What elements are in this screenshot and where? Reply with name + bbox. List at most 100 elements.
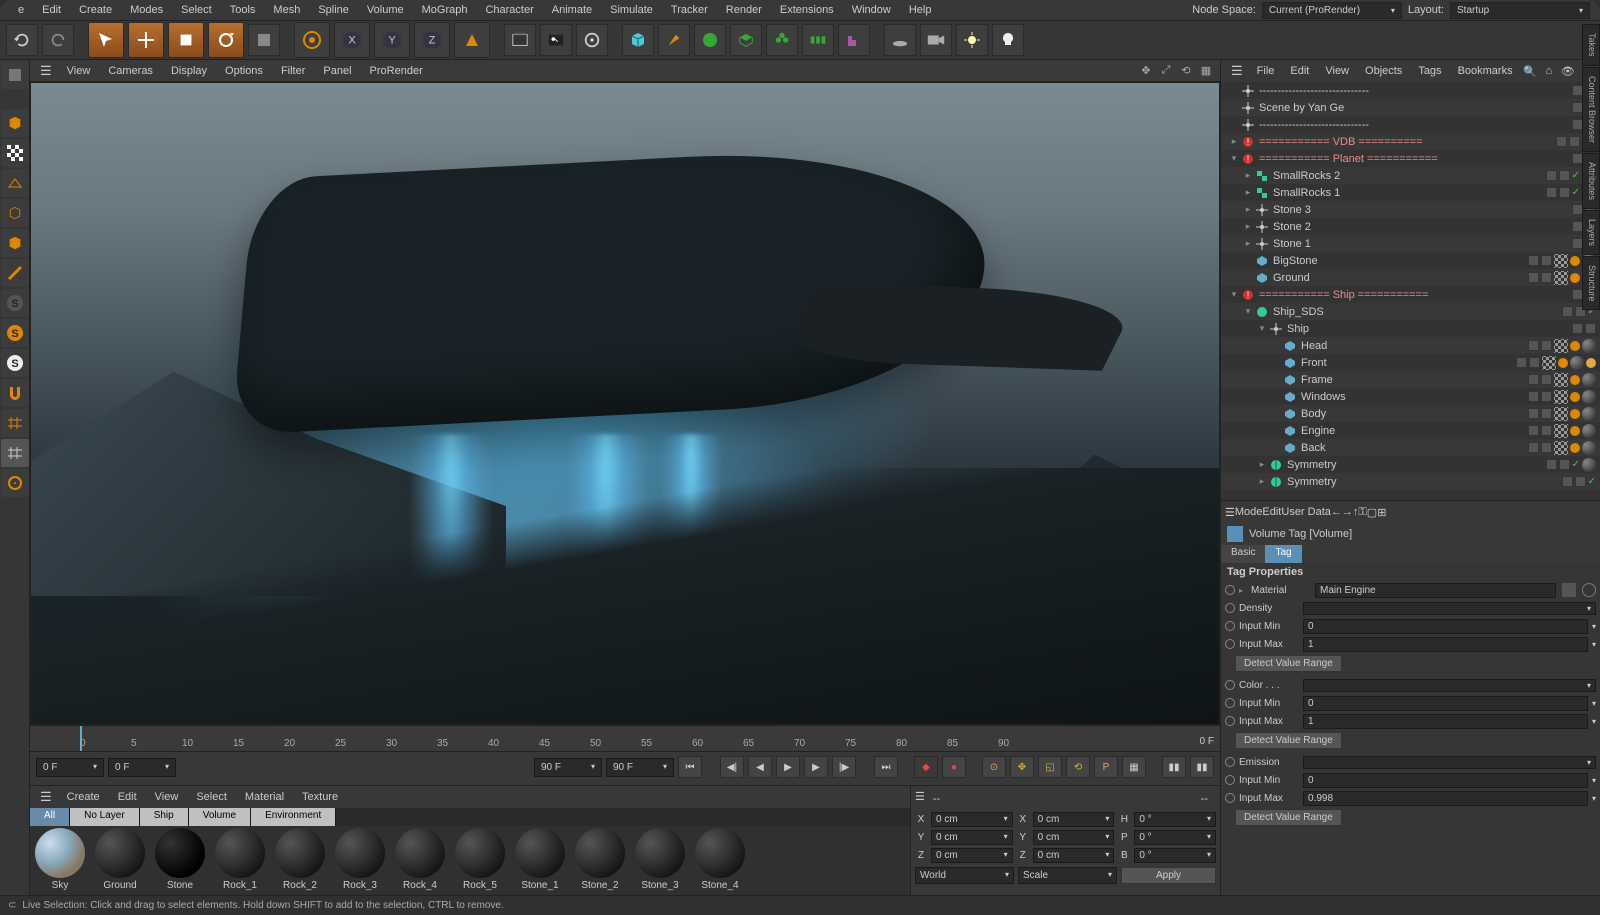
viewport-menu-item[interactable]: ProRender — [361, 62, 432, 80]
tree-row[interactable]: ▸Symmetry✓ — [1221, 473, 1600, 490]
tree-row[interactable]: ▸Stone 3 — [1221, 201, 1600, 218]
visibility-toggle[interactable] — [1528, 340, 1539, 351]
tree-row[interactable]: BigStone — [1221, 252, 1600, 269]
object-tree[interactable]: ------------------------------Scene by Y… — [1221, 82, 1600, 500]
menu-item[interactable]: Simulate — [602, 1, 661, 19]
inputmax-field[interactable]: 1 — [1303, 714, 1588, 729]
inputmax-field[interactable]: 1 — [1303, 637, 1588, 652]
move-tool[interactable] — [128, 22, 164, 58]
render-view[interactable] — [504, 24, 536, 56]
visibility-toggle[interactable] — [1528, 442, 1539, 453]
mat-menu-item[interactable]: Material — [236, 788, 293, 806]
hamburger-icon[interactable]: ☰ — [34, 787, 58, 807]
emission-field[interactable]: ▾ — [1303, 756, 1596, 769]
vp-rotate-icon[interactable]: ⟲ — [1178, 63, 1194, 79]
obj-menu-item[interactable]: Objects — [1357, 62, 1410, 80]
phong-tag[interactable] — [1558, 358, 1568, 368]
tree-row[interactable]: ▾Ship — [1221, 320, 1600, 337]
rot-b[interactable]: 0 °▾ — [1134, 848, 1216, 863]
expand-toggle[interactable]: ▸ — [1257, 459, 1267, 470]
render-toggle[interactable] — [1559, 187, 1570, 198]
menu-item[interactable]: Select — [173, 1, 220, 19]
tree-row[interactable]: Windows — [1221, 388, 1600, 405]
render-toggle[interactable] — [1541, 272, 1552, 283]
rot-p[interactable]: 0 °▾ — [1134, 830, 1216, 845]
texture-mode[interactable] — [1, 139, 29, 167]
render-toggle[interactable] — [1541, 425, 1552, 436]
tree-row[interactable]: ▸SmallRocks 1✓ — [1221, 184, 1600, 201]
select-tool[interactable] — [88, 22, 124, 58]
tree-row[interactable]: ▸Symmetry✓ — [1221, 456, 1600, 473]
tab-basic[interactable]: Basic — [1221, 545, 1265, 563]
cloner-icon[interactable] — [766, 24, 798, 56]
tree-row[interactable]: Engine — [1221, 422, 1600, 439]
visibility-toggle[interactable] — [1528, 272, 1539, 283]
model-mode[interactable] — [1, 109, 29, 137]
tree-row[interactable]: ------------------------------ — [1221, 116, 1600, 133]
tree-row[interactable]: ▸Stone 1 — [1221, 235, 1600, 252]
vp-pan-icon[interactable]: ✥ — [1138, 63, 1154, 79]
pen-tool[interactable] — [658, 24, 690, 56]
key-param[interactable]: P — [1094, 756, 1118, 778]
layout-dropdown[interactable]: Startup▾ — [1450, 2, 1590, 19]
goto-start[interactable]: ⏮ — [678, 756, 702, 778]
lock-icon[interactable]: ⚿ — [1358, 506, 1366, 519]
tree-row[interactable]: Front — [1221, 354, 1600, 371]
start-frame-field[interactable]: 0 F▾ — [36, 758, 104, 777]
render-toggle[interactable] — [1559, 170, 1570, 181]
next-key[interactable]: |▶ — [832, 756, 856, 778]
expand-toggle[interactable]: ▸ — [1243, 187, 1253, 198]
render-toggle[interactable] — [1541, 408, 1552, 419]
edge-mode[interactable] — [1, 259, 29, 287]
end-frame-field[interactable]: 90 F▾ — [606, 758, 674, 777]
material-item[interactable]: Sky — [32, 828, 88, 893]
menu-item[interactable]: Character — [477, 1, 541, 19]
inputmin-field[interactable]: 0 — [1303, 773, 1588, 788]
visibility-toggle[interactable] — [1546, 187, 1557, 198]
detect-button[interactable]: Detect Value Range — [1235, 732, 1342, 749]
mat-menu-item[interactable]: Edit — [109, 788, 146, 806]
expand-toggle[interactable]: ▸ — [1243, 204, 1253, 215]
bend-icon[interactable] — [838, 24, 870, 56]
anim-ring[interactable] — [1225, 775, 1235, 785]
menu-item[interactable]: MoGraph — [414, 1, 476, 19]
next-frame[interactable]: ▶ — [804, 756, 828, 778]
material-tab[interactable]: All — [30, 808, 70, 826]
render-toggle[interactable] — [1559, 459, 1570, 470]
material-item[interactable]: Rock_1 — [212, 828, 268, 893]
pos-x[interactable]: 0 cm▾ — [931, 812, 1013, 827]
size-y[interactable]: 0 cm▾ — [1033, 830, 1115, 845]
prev-frame[interactable]: ◀ — [748, 756, 772, 778]
render-toggle[interactable] — [1541, 255, 1552, 266]
pos-z[interactable]: 0 cm▾ — [931, 848, 1013, 863]
key-tl2[interactable]: ▮▮ — [1190, 756, 1214, 778]
material-tab[interactable]: Environment — [251, 808, 336, 826]
texture-tag[interactable] — [1554, 424, 1568, 438]
render-toggle[interactable] — [1569, 136, 1580, 147]
texture-tag[interactable] — [1554, 271, 1568, 285]
menu-item[interactable]: Window — [844, 1, 899, 19]
cube-primitive[interactable] — [622, 24, 654, 56]
expand-toggle[interactable]: ▾ — [1229, 289, 1239, 300]
coord-system[interactable] — [454, 22, 490, 58]
render-toggle[interactable] — [1541, 442, 1552, 453]
expand-toggle[interactable]: ▾ — [1257, 323, 1267, 334]
render-toggle[interactable] — [1541, 391, 1552, 402]
material-tag[interactable] — [1570, 356, 1584, 370]
tree-row[interactable]: ▸!=========== VDB ========== — [1221, 133, 1600, 150]
visibility-toggle[interactable] — [1546, 170, 1557, 181]
material-tab[interactable]: No Layer — [70, 808, 140, 826]
side-tab[interactable]: Attributes — [1582, 153, 1600, 209]
workplane-grid[interactable] — [1, 409, 29, 437]
workplane-mode[interactable] — [1, 169, 29, 197]
expand-toggle[interactable]: ▸ — [1243, 238, 1253, 249]
menu-item[interactable]: Edit — [34, 1, 69, 19]
anim-ring[interactable] — [1225, 621, 1235, 631]
texture-tag[interactable] — [1554, 407, 1568, 421]
array-icon[interactable] — [802, 24, 834, 56]
color-field[interactable]: ▾ — [1303, 679, 1596, 692]
tag-icon[interactable]: ⊞ — [1377, 506, 1386, 519]
material-item[interactable]: Rock_4 — [392, 828, 448, 893]
material-item[interactable]: Stone_4 — [692, 828, 748, 893]
vp-layout-icon[interactable]: ▦ — [1198, 63, 1214, 79]
